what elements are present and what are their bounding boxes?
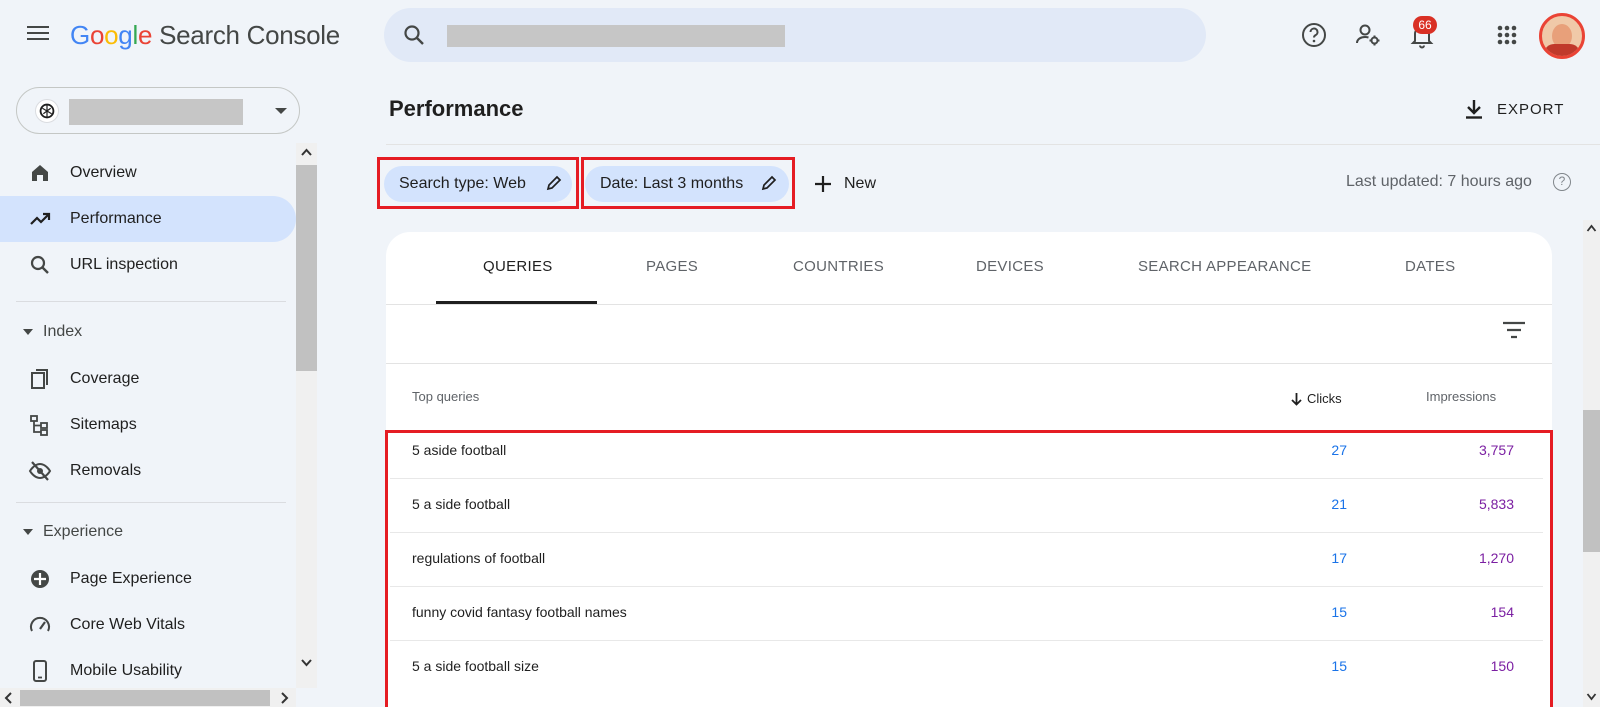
- tab-devices[interactable]: DEVICES: [976, 258, 1044, 275]
- redacted-search-text: [447, 25, 785, 47]
- sidebar-vertical-scrollbar[interactable]: [296, 143, 317, 688]
- help-icon[interactable]: [1299, 20, 1329, 50]
- sidebar-item-label: Core Web Vitals: [70, 616, 186, 633]
- scroll-down-arrow-icon[interactable]: [300, 658, 313, 668]
- tab-queries[interactable]: QUERIES: [483, 258, 553, 275]
- sidebar-horizontal-scrollbar[interactable]: [0, 688, 296, 707]
- tab-countries[interactable]: COUNTRIES: [793, 258, 884, 275]
- plus-icon: [815, 176, 831, 192]
- main-vertical-scrollbar[interactable]: [1583, 220, 1600, 707]
- export-label: EXPORT: [1497, 100, 1565, 118]
- highlight-box: [385, 430, 1553, 707]
- menu-bar: [27, 38, 49, 40]
- logo-letter: g: [118, 20, 133, 50]
- column-header-impressions[interactable]: Impressions: [1426, 389, 1496, 404]
- search-icon: [30, 255, 49, 274]
- tabs-divider: [386, 304, 1552, 305]
- toolbar-divider: [386, 363, 1552, 364]
- scrollbar-thumb[interactable]: [20, 690, 270, 706]
- sitemap-icon: [30, 415, 48, 436]
- filter-rows-icon[interactable]: [1500, 318, 1528, 342]
- account-avatar[interactable]: [1539, 13, 1585, 59]
- google-search-console-logo[interactable]: Google Search Console: [70, 20, 340, 51]
- sidebar-item-sitemaps[interactable]: Sitemaps: [0, 402, 296, 448]
- sidebar-divider: [16, 301, 286, 302]
- highlight-box: [377, 157, 579, 209]
- logo-letter: G: [70, 20, 90, 50]
- sidebar-item-label: Coverage: [70, 370, 140, 387]
- section-title: Index: [43, 323, 83, 340]
- collapse-triangle-icon: [23, 329, 33, 335]
- sidebar-item-label: Page Experience: [70, 570, 192, 587]
- tab-dates[interactable]: DATES: [1405, 258, 1455, 275]
- main-menu-button[interactable]: [22, 22, 54, 50]
- chevron-down-icon: [275, 108, 287, 114]
- sidebar-divider: [16, 502, 286, 503]
- avatar-shirt: [1544, 44, 1580, 56]
- sidebar-item-coverage[interactable]: Coverage: [0, 356, 296, 402]
- sidebar-item-core-web-vitals[interactable]: Core Web Vitals: [0, 602, 296, 648]
- page-experience-icon: [31, 570, 49, 588]
- column-header-query: Top queries: [412, 389, 480, 404]
- highlight-box: [581, 157, 795, 209]
- sidebar-section-index[interactable]: Index: [0, 312, 290, 352]
- export-button[interactable]: EXPORT: [1463, 93, 1564, 125]
- scroll-down-arrow-icon[interactable]: [1586, 692, 1597, 701]
- search-input[interactable]: [384, 8, 1206, 62]
- scrollbar-thumb[interactable]: [296, 165, 317, 371]
- download-icon: [1466, 100, 1482, 119]
- sidebar-item-performance[interactable]: Performance: [0, 196, 296, 242]
- column-header-clicks[interactable]: Clicks: [1290, 389, 1342, 406]
- sidebar-item-label: Mobile Usability: [70, 662, 183, 679]
- sidebar-item-label: Overview: [70, 164, 137, 181]
- property-selector[interactable]: [16, 87, 300, 134]
- sidebar-item-label: URL inspection: [70, 256, 178, 273]
- header-divider: [386, 144, 1600, 145]
- logo-letter: o: [89, 20, 105, 50]
- section-title: Experience: [43, 523, 124, 540]
- scrollbar-thumb[interactable]: [1583, 410, 1600, 552]
- scroll-left-arrow-icon[interactable]: [3, 692, 13, 704]
- speedometer-icon: [30, 616, 50, 632]
- collapse-triangle-icon: [23, 529, 33, 535]
- sidebar-item-page-experience[interactable]: Page Experience: [0, 556, 296, 602]
- sidebar-item-url-inspection[interactable]: URL inspection: [0, 242, 296, 288]
- last-updated-text: Last updated: 7 hours ago: [1346, 173, 1532, 190]
- help-circle-icon[interactable]: ?: [1553, 173, 1571, 191]
- scroll-up-arrow-icon[interactable]: [300, 147, 313, 157]
- sidebar-item-label: Removals: [70, 462, 142, 479]
- manage-users-icon[interactable]: [1353, 20, 1383, 50]
- sort-down-arrow-icon: [1291, 393, 1302, 406]
- menu-bar: [27, 32, 49, 34]
- column-header-label: Clicks: [1307, 391, 1342, 406]
- redacted-property-name: [69, 99, 243, 125]
- top-bar: Google Search Console 66: [0, 0, 1600, 72]
- sidebar-item-removals[interactable]: Removals: [0, 448, 296, 494]
- logo-letter: e: [137, 20, 153, 50]
- scroll-up-arrow-icon[interactable]: [1586, 224, 1597, 233]
- eye-off-icon: [28, 461, 52, 481]
- scroll-right-arrow-icon[interactable]: [280, 692, 290, 704]
- new-label: New: [844, 175, 877, 192]
- tab-pages[interactable]: PAGES: [646, 258, 698, 275]
- sidebar-item-label: Performance: [70, 210, 162, 227]
- property-favicon-icon: [35, 99, 59, 123]
- tab-search-appearance[interactable]: SEARCH APPEARANCE: [1138, 258, 1311, 275]
- page-title: Performance: [389, 96, 524, 121]
- trending-up-icon: [30, 212, 51, 225]
- home-icon: [32, 165, 48, 181]
- search-icon: [404, 25, 424, 45]
- product-name: Search Console: [159, 20, 340, 50]
- sidebar-section-experience[interactable]: Experience: [0, 512, 290, 552]
- menu-bar: [27, 26, 49, 28]
- coverage-icon: [31, 369, 48, 389]
- logo-letter: o: [104, 20, 119, 50]
- sidebar-item-overview[interactable]: Overview: [0, 150, 296, 196]
- phone-icon: [33, 660, 47, 682]
- sidebar-item-label: Sitemaps: [70, 416, 137, 433]
- new-filter-button[interactable]: New: [810, 166, 886, 202]
- notification-count-badge: 66: [1413, 16, 1437, 34]
- apps-grid-icon[interactable]: [1492, 20, 1522, 50]
